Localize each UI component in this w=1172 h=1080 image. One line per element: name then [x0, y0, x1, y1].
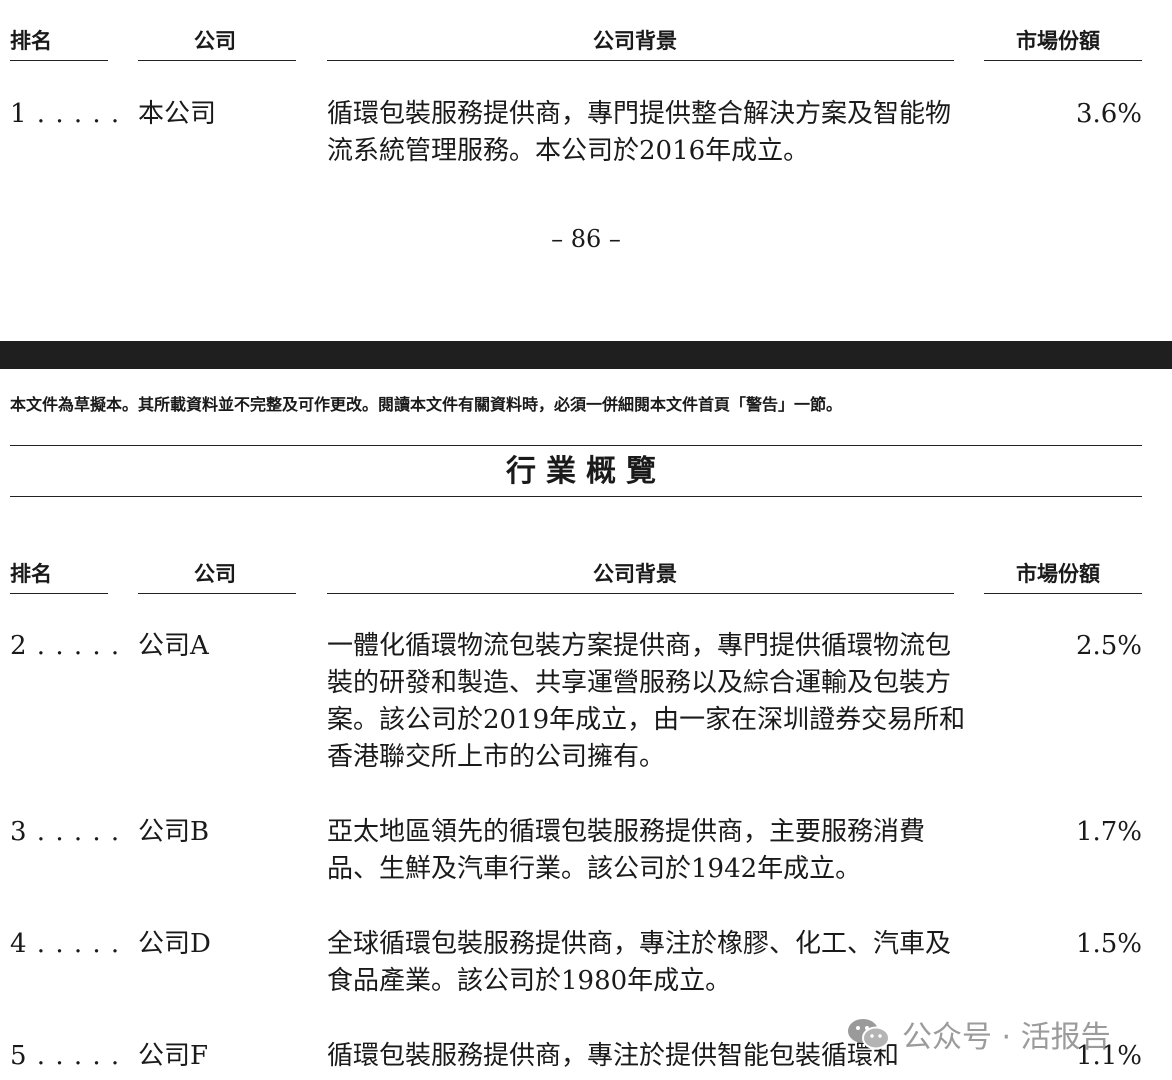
- row-background: 一體化循環物流包裝方案提供商，專門提供循環物流包裝的研發和製造、共享運營服務以及…: [327, 631, 966, 772]
- row-rank: 3 . . . . .: [10, 817, 121, 847]
- row-company: 公司F: [138, 1041, 209, 1071]
- header-underline-rank: [10, 60, 108, 61]
- row-share: 2.5%: [1075, 631, 1142, 661]
- header-underline-company: [138, 60, 296, 61]
- row-company: 公司B: [138, 817, 210, 847]
- row-share: 1.5%: [1075, 929, 1142, 959]
- section-title: 行業概覽: [506, 454, 666, 489]
- header-background: 公司背景: [593, 29, 677, 53]
- section-rule-top: [10, 445, 1142, 446]
- header-background: 公司背景: [593, 562, 677, 586]
- header-rank: 排名: [10, 29, 52, 53]
- row-rank: 2 . . . . .: [10, 631, 121, 661]
- page-divider-band: [0, 341, 1172, 369]
- header-underline-share: [984, 60, 1142, 61]
- header-underline-share: [984, 593, 1142, 594]
- header-underline-background: [327, 593, 954, 594]
- header-underline-company: [138, 593, 296, 594]
- row-background: 亞太地區領先的循環包裝服務提供商，主要服務消費品、生鮮及汽車行業。該公司於194…: [327, 817, 926, 884]
- row-rank: 1 . . . . .: [10, 99, 121, 129]
- header-company: 公司: [194, 29, 236, 53]
- row-rank: 4 . . . . .: [10, 929, 121, 959]
- watermark: 公众号 · 活报告: [846, 1012, 1111, 1056]
- watermark-text: 公众号 · 活报告: [902, 1020, 1111, 1055]
- row-company: 公司A: [138, 631, 209, 661]
- wechat-icon: [848, 1019, 890, 1050]
- row-company: 公司D: [138, 929, 211, 959]
- section-rule-bottom: [10, 496, 1142, 497]
- header-underline-rank: [10, 593, 108, 594]
- row-background: 循環包裝服務提供商，專門提供整合解決方案及智能物流系統管理服務。本公司於2016…: [327, 99, 952, 166]
- page-number: – 86 –: [551, 225, 621, 253]
- row-share: 3.6%: [1075, 99, 1142, 129]
- header-share: 市場份額: [1016, 29, 1100, 53]
- row-rank: 5 . . . . .: [10, 1041, 121, 1071]
- row-company: 本公司: [138, 99, 217, 129]
- row-background: 全球循環包裝服務提供商，專注於橡膠、化工、汽車及食品產業。該公司於1980年成立…: [327, 929, 952, 996]
- row-share: 1.7%: [1075, 817, 1142, 847]
- header-rank: 排名: [10, 562, 52, 586]
- header-company: 公司: [194, 562, 236, 586]
- header-underline-background: [327, 60, 954, 61]
- header-share: 市場份額: [1016, 562, 1100, 586]
- draft-notice: 本文件為草擬本。其所載資料並不完整及可作更改。閱讀本文件有關資料時，必須一併細閱…: [10, 395, 843, 414]
